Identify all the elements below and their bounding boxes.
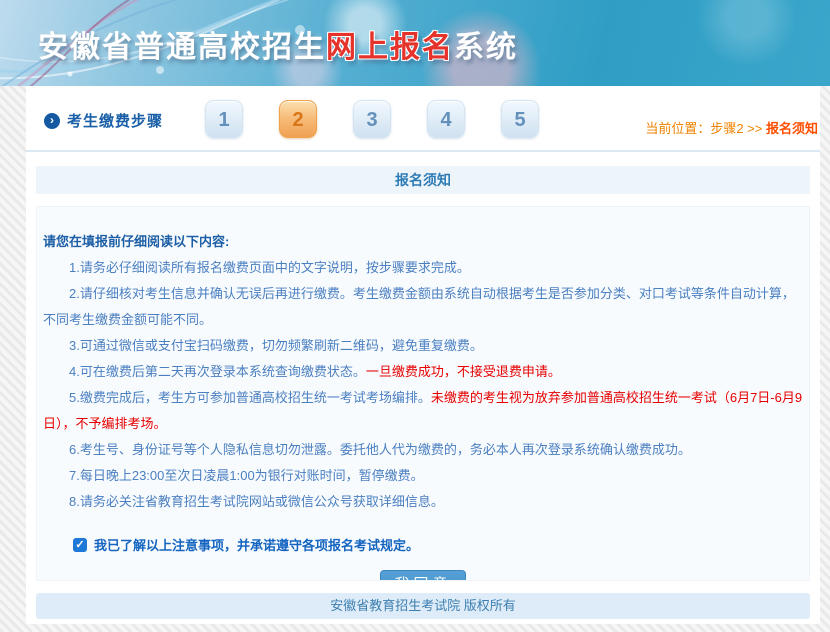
app-title-suffix: 系统 [454, 31, 518, 64]
step-box-3: 3 [353, 100, 391, 138]
app-title-prefix: 安徽省普通高校招生 [38, 31, 326, 64]
step-indicator: 12345 [205, 100, 539, 138]
step-box-4: 4 [427, 100, 465, 138]
footer-copyright: 安徽省教育招生考试院 版权所有 [330, 598, 516, 613]
notice-item-8: 8.请务必关注省教育招生考试院网站或微信公众号获取详细信息。 [43, 489, 803, 515]
footer-bar: 安徽省教育招生考试院 版权所有 [36, 593, 810, 619]
notice-list: 1.请务必仔细阅读所有报名缴费页面中的文字说明，按步骤要求完成。2.请仔细核对考… [43, 255, 803, 515]
main-container: › 考生缴费步骤 12345 当前位置：步骤2 >> 报名须知 报名须知 请您在… [26, 86, 820, 624]
breadcrumb-current: 报名须知 [766, 121, 818, 136]
agreement-label: 我已了解以上注意事项，并承诺遵守各项报名考试规定。 [94, 535, 419, 554]
notice-box: 请您在填报前仔细阅读以下内容: 1.请务必仔细阅读所有报名缴费页面中的文字说明，… [36, 206, 810, 581]
step-box-1: 1 [205, 100, 243, 138]
app-title-highlight: 网上报名 [326, 31, 454, 64]
arrow-circle-icon: › [44, 113, 60, 129]
button-row: 我同意 [43, 570, 803, 581]
step-box-5: 5 [501, 100, 539, 138]
notice-title: 报名须知 [395, 172, 451, 188]
notice-title-bar: 报名须知 [36, 166, 810, 194]
notice-item-2: 2.请仔细核对考生信息并确认无误后再进行缴费。考生缴费金额由系统自动根据考生是否… [43, 281, 803, 333]
step-bar-title: 考生缴费步骤 [67, 110, 163, 131]
agreement-checkbox[interactable]: ✓ [73, 538, 87, 552]
notice-item-6: 6.考生号、身份证号等个人隐私信息切勿泄露。委托他人代为缴费的，务必本人再次登录… [43, 437, 803, 463]
agreement-row: ✓ 我已了解以上注意事项，并承诺遵守各项报名考试规定。 [73, 535, 803, 554]
breadcrumb: 当前位置：步骤2 >> 报名须知 [645, 118, 818, 137]
step-bar: › 考生缴费步骤 12345 当前位置：步骤2 >> 报名须知 [26, 86, 820, 152]
notice-item-4: 4.可在缴费后第二天再次登录本系统查询缴费状态。一旦缴费成功，不接受退费申请。 [43, 359, 803, 385]
breadcrumb-prefix: 当前位置：步骤2 >> [645, 121, 766, 136]
step-box-2-active: 2 [279, 100, 317, 138]
notice-item-1: 1.请务必仔细阅读所有报名缴费页面中的文字说明，按步骤要求完成。 [43, 255, 803, 281]
header-banner: 安徽省普通高校招生网上报名系统 [0, 0, 830, 86]
app-title: 安徽省普通高校招生网上报名系统 [38, 22, 518, 66]
agree-button[interactable]: 我同意 [380, 570, 465, 581]
notice-intro: 请您在填报前仔细阅读以下内容: [43, 229, 803, 255]
notice-item-3: 3.可通过微信或支付宝扫码缴费，切勿频繁刷新二维码，避免重复缴费。 [43, 333, 803, 359]
notice-item-7: 7.每日晚上23:00至次日凌晨1:00为银行对账时间，暂停缴费。 [43, 463, 803, 489]
notice-item-5: 5.缴费完成后，考生方可参加普通高校招生统一考试考场编排。未缴费的考生视为放弃参… [43, 385, 803, 437]
step-label-wrap: › 考生缴费步骤 [44, 110, 163, 131]
